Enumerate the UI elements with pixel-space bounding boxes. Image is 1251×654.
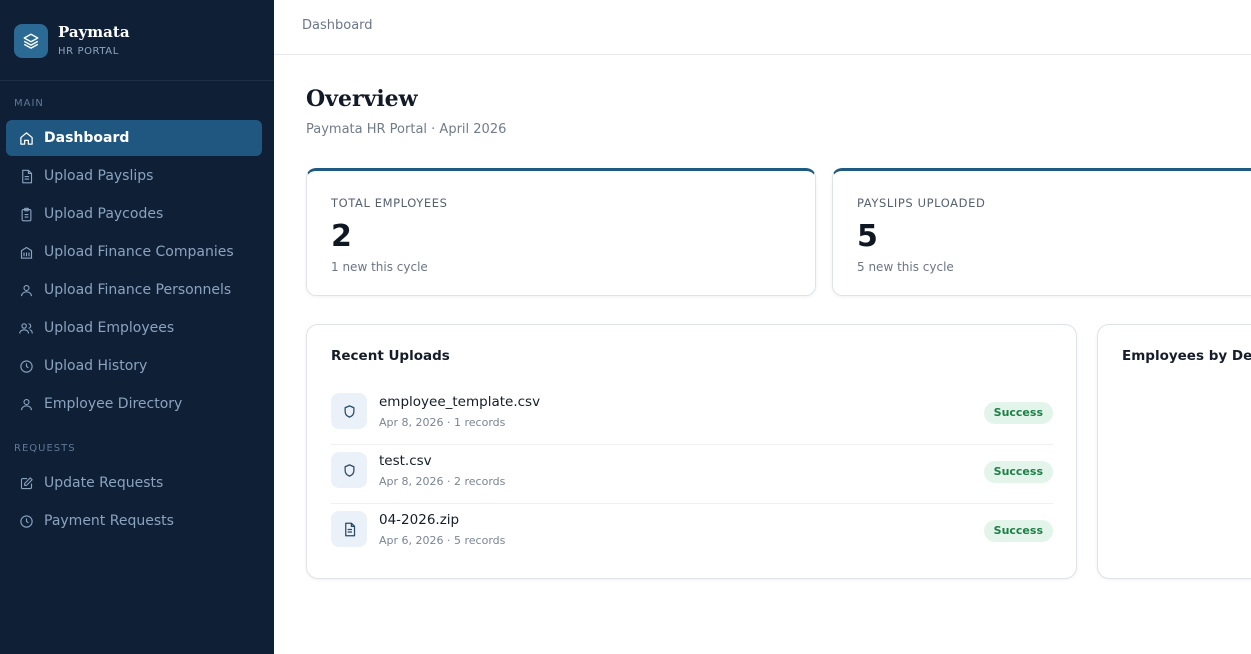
users-icon [18,320,34,336]
document-icon [18,168,34,184]
status-badge: Success [983,520,1053,542]
file-meta: Apr 8, 2026 · 2 records [379,475,506,488]
sidebar-item-employee-directory[interactable]: Employee Directory [6,386,262,422]
stat-value: 5 [857,219,878,254]
file-name: employee_template.csv [379,394,541,410]
sidebar-item-label: Upload Finance Personnels [44,282,232,298]
layers-icon [14,24,48,58]
sidebar: Paymata HR PORTAL MAIN Dashboard Upload … [0,0,274,654]
sidebar-item-upload-finance-companies[interactable]: Upload Finance Companies [6,234,262,270]
sidebar-item-update-requests[interactable]: Update Requests [6,465,262,501]
list-item[interactable]: 04-2026.zip Apr 6, 2026 · 5 records Succ… [331,504,1053,563]
status-badge: Success [983,402,1053,424]
document-icon [331,511,367,547]
brand-header: Paymata HR PORTAL [0,0,274,81]
stat-label: PAYSLIPS UPLOADED [857,196,986,210]
top-bar: Dashboard [274,0,1251,55]
sidebar-item-dashboard[interactable]: Dashboard [6,120,262,156]
breadcrumb: Dashboard [302,18,373,33]
section-label-requests: REQUESTS [14,443,76,454]
brand-name: Paymata [58,23,130,41]
sidebar-item-upload-history[interactable]: Upload History [6,348,262,384]
stat-value: 2 [331,219,352,254]
page-title: Overview [306,86,418,112]
panel-title: Recent Uploads [331,348,450,364]
shield-icon [331,452,367,488]
edit-icon [18,475,34,491]
sidebar-item-label: Payment Requests [44,513,174,529]
clipboard-icon [18,206,34,222]
sidebar-item-label: Employee Directory [44,396,183,412]
sidebar-item-label: Upload Payslips [44,168,154,184]
stat-label: TOTAL EMPLOYEES [331,196,448,210]
file-name: test.csv [379,453,432,469]
sidebar-item-upload-finance-personnels[interactable]: Upload Finance Personnels [6,272,262,308]
sidebar-item-upload-paycodes[interactable]: Upload Paycodes [6,196,262,232]
clock-icon [18,513,34,529]
file-meta: Apr 8, 2026 · 1 records [379,416,506,429]
clock-icon [18,358,34,374]
list-item[interactable]: test.csv Apr 8, 2026 · 2 records Success [331,445,1053,504]
home-icon [18,130,34,146]
sidebar-item-payment-requests[interactable]: Payment Requests [6,503,262,539]
user-icon [18,282,34,298]
sidebar-item-upload-payslips[interactable]: Upload Payslips [6,158,262,194]
sidebar-item-label: Upload Paycodes [44,206,164,222]
sidebar-item-upload-employees[interactable]: Upload Employees [6,310,262,346]
brand-subtitle: HR PORTAL [58,46,119,57]
user-icon [18,396,34,412]
list-item[interactable]: employee_template.csv Apr 8, 2026 · 1 re… [331,386,1053,445]
shield-icon [331,393,367,429]
stat-card-total-employees: TOTAL EMPLOYEES 2 1 new this cycle [306,168,816,296]
status-badge: Success [983,461,1053,483]
building-icon [18,244,34,260]
panel-title: Employees by Depa [1122,348,1251,364]
file-name: 04-2026.zip [379,512,460,528]
file-meta: Apr 6, 2026 · 5 records [379,534,506,547]
stat-note: 5 new this cycle [857,260,954,274]
stat-note: 1 new this cycle [331,260,428,274]
page-subtitle: Paymata HR Portal · April 2026 [306,122,507,137]
sidebar-item-label: Upload History [44,358,148,374]
sidebar-item-label: Upload Finance Companies [44,244,234,260]
sidebar-item-label: Dashboard [44,130,130,146]
section-label-main: MAIN [14,98,44,109]
sidebar-item-label: Update Requests [44,475,164,491]
sidebar-item-label: Upload Employees [44,320,175,336]
employees-by-department-panel: Employees by Depa [1097,324,1251,579]
stat-card-payslips-uploaded: PAYSLIPS UPLOADED 5 5 new this cycle [832,168,1251,296]
recent-uploads-panel: Recent Uploads employee_template.csv Apr… [306,324,1077,579]
